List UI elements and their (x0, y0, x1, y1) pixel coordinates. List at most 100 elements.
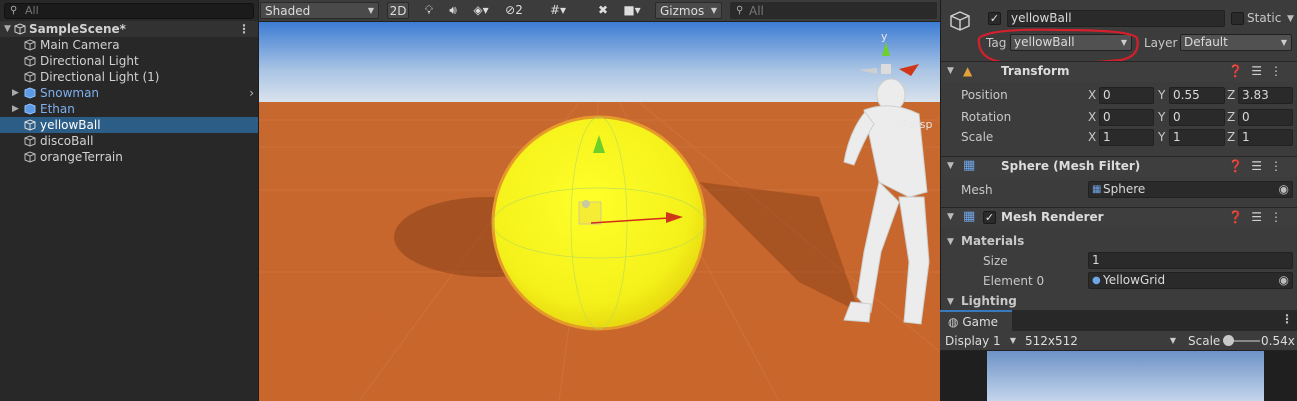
kebab-menu-icon: ⋮ (1270, 210, 1290, 224)
scene-row[interactable]: ▼ SampleScene* ⋮ (0, 21, 258, 37)
tab-game[interactable]: ◍ Game (940, 310, 1012, 331)
red-annotation-circle (977, 28, 1139, 65)
hidden-objects-icon[interactable]: ⊘2 (499, 2, 529, 19)
inspector-panel: ✓ yellowBall Static ▼ Tag yellowBall Lay… (940, 0, 1297, 310)
scale-label: Scale (961, 130, 994, 144)
expand-arrow-icon[interactable]: ▶ (12, 85, 19, 101)
search-icon: ⚲ (10, 5, 18, 16)
hierarchy-item-label: Snowman (40, 86, 100, 100)
expand-arrow-icon[interactable]: ▶ (12, 101, 19, 117)
display-value: Display 1 (945, 334, 1001, 348)
chevron-right-icon[interactable]: › (249, 85, 254, 101)
lighting-toggle-icon[interactable]: 💡︎ (421, 2, 437, 19)
materials-size-field[interactable]: 1 (1088, 252, 1293, 269)
lighting-foldout-icon[interactable]: ▼ (947, 297, 954, 307)
rotation-y-field[interactable]: 0 (1169, 109, 1225, 126)
collapse-arrow-icon[interactable]: ▼ (947, 161, 954, 171)
audio-toggle-icon[interactable]: 🔊︎ (445, 2, 461, 19)
scale-z-field[interactable]: 1 (1238, 129, 1293, 146)
static-checkbox[interactable] (1231, 12, 1244, 25)
hierarchy-item-orangeterrain[interactable]: orangeTerrain (0, 149, 258, 165)
hierarchy-item-label: Main Camera (40, 38, 120, 52)
game-preview (987, 351, 1264, 401)
mesh-label: Mesh (961, 183, 993, 197)
hierarchy-panel: ⚲ All ▼ SampleScene* ⋮ Main Camera Direc… (0, 0, 258, 401)
gameobject-cube-icon (24, 39, 36, 51)
axis-y-label: Y (1158, 88, 1166, 102)
lighting-label: Lighting (961, 294, 1017, 308)
scene-search-input[interactable]: ⚲ All (730, 2, 937, 19)
unity-scene-icon (14, 23, 26, 35)
hierarchy-item-label: Directional Light (40, 54, 139, 68)
rotation-x-field[interactable]: 0 (1099, 109, 1154, 126)
scale-y-field[interactable]: 1 (1169, 129, 1225, 146)
shading-mode-value: Shaded (265, 4, 311, 18)
rotation-z-field[interactable]: 0 (1238, 109, 1293, 126)
mesh-filter-icon: ▦ (963, 158, 976, 173)
effects-dropdown-icon[interactable]: ◈▾ (471, 2, 491, 19)
collapse-arrow-icon[interactable]: ▼ (947, 212, 954, 222)
layer-value: Default (1184, 35, 1228, 49)
camera-settings-icon[interactable]: ■▾ (621, 2, 643, 19)
hierarchy-item-yellowball[interactable]: yellowBall (0, 117, 258, 133)
hierarchy-item-snowman[interactable]: ▶ Snowman › (0, 85, 258, 101)
collapse-arrow-icon[interactable]: ▼ (947, 66, 954, 76)
scale-x-value: 1 (1103, 130, 1111, 144)
transform-header[interactable]: ▼ ▲ Transform ❓☰⋮ (941, 61, 1297, 82)
mesh-renderer-header[interactable]: ▼ ▦ ✓ Mesh Renderer ❓☰⋮ (941, 207, 1297, 228)
object-picker-icon[interactable]: ◉ (1279, 273, 1289, 288)
gizmos-label: Gizmos (660, 4, 705, 18)
shading-mode-dropdown[interactable]: Shaded (260, 2, 379, 19)
object-name-value: yellowBall (1011, 11, 1072, 25)
axis-y-label: Y (1158, 130, 1166, 144)
scene-viewport[interactable]: y <Persp (259, 22, 940, 401)
scene-view-panel: Shaded 2D 💡︎ 🔊︎ ◈▾ ⊘2 #▾ ✖ ■▾ Gizmos ⚲ A… (259, 0, 940, 401)
expand-arrow-icon[interactable]: ▼ (4, 21, 11, 37)
tools-icon[interactable]: ✖ (595, 2, 611, 19)
object-picker-icon[interactable]: ◉ (1279, 182, 1289, 197)
help-icon: ❓ (1228, 64, 1252, 78)
layer-dropdown[interactable]: Default (1180, 34, 1292, 51)
position-x-field[interactable]: 0 (1099, 87, 1154, 104)
component-header-icons[interactable]: ❓☰⋮ (1228, 159, 1290, 173)
element0-label: Element 0 (983, 274, 1045, 288)
2d-toggle-button[interactable]: 2D (387, 2, 409, 19)
resolution-value: 512x512 (1025, 334, 1078, 348)
hierarchy-item-directional-light-1[interactable]: Directional Light (1) (0, 69, 258, 85)
scene-search-placeholder: All (749, 4, 764, 18)
scene-name: SampleScene* (29, 22, 126, 36)
axis-x-label: X (1088, 88, 1097, 102)
display-dropdown[interactable]: Display 1 (940, 332, 1020, 350)
element0-value: YellowGrid (1103, 273, 1166, 287)
hierarchy-item-directional-light[interactable]: Directional Light (0, 53, 258, 69)
help-icon: ❓ (1228, 210, 1252, 224)
position-y-field[interactable]: 0.55 (1169, 87, 1225, 104)
element0-object-field[interactable]: ● YellowGrid ◉ (1088, 272, 1293, 289)
mesh-renderer-title: Mesh Renderer (1001, 210, 1104, 224)
hierarchy-item-ethan[interactable]: ▶ Ethan (0, 101, 258, 117)
static-dropdown-icon[interactable]: ▼ (1287, 14, 1294, 24)
position-z-field[interactable]: 3.83 (1238, 87, 1293, 104)
hierarchy-item-main-camera[interactable]: Main Camera (0, 37, 258, 53)
axis-x-label: X (1088, 130, 1097, 144)
component-header-icons[interactable]: ❓☰⋮ (1228, 64, 1290, 78)
rotation-x-value: 0 (1103, 110, 1111, 124)
scale-x-field[interactable]: 1 (1099, 129, 1154, 146)
resolution-dropdown[interactable]: 512x512 (1020, 332, 1180, 350)
gizmos-dropdown[interactable]: Gizmos (655, 2, 722, 19)
mesh-filter-title: Sphere (Mesh Filter) (1001, 159, 1141, 173)
materials-size-value: 1 (1092, 253, 1100, 267)
component-header-icons[interactable]: ❓☰⋮ (1228, 210, 1290, 224)
kebab-menu-icon[interactable]: ⋮ (238, 21, 250, 37)
scale-slider-thumb[interactable] (1222, 335, 1234, 346)
game-tab-label: Game (962, 315, 999, 329)
mesh-filter-header[interactable]: ▼ ▦ Sphere (Mesh Filter) ❓☰⋮ (941, 156, 1297, 177)
mesh-renderer-enabled-checkbox[interactable]: ✓ (983, 211, 996, 224)
mesh-object-field[interactable]: ▦ Sphere ◉ (1088, 181, 1293, 198)
scale-z-value: 1 (1242, 130, 1250, 144)
materials-foldout-icon[interactable]: ▼ (947, 237, 954, 247)
hierarchy-item-discoball[interactable]: discoBall (0, 133, 258, 149)
kebab-menu-icon[interactable]: ⋮ (1281, 312, 1293, 326)
hierarchy-search-input[interactable]: ⚲ All (4, 3, 254, 19)
grid-snap-icon[interactable]: #▾ (547, 2, 569, 19)
